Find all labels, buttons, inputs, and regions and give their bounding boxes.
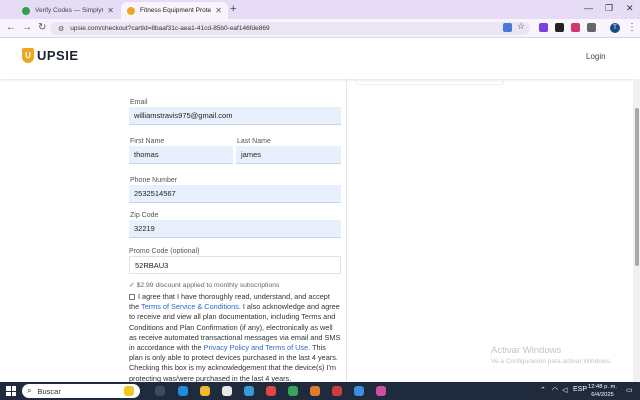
privacy-policy-link[interactable]: Privacy Policy and Terms of Use. — [204, 343, 311, 352]
tab-title: Fitness Equipment Protection P — [140, 7, 212, 14]
forward-icon[interactable]: → — [22, 22, 32, 33]
store-icon[interactable] — [222, 386, 232, 396]
login-link[interactable]: Login — [586, 52, 606, 61]
simplycodes-favicon-icon — [22, 6, 30, 15]
minimize-icon[interactable]: — — [584, 3, 593, 13]
language-indicator[interactable]: ESP — [573, 386, 587, 393]
bookmark-star-icon[interactable]: ☆ — [517, 21, 526, 31]
extension-icon[interactable] — [571, 23, 580, 32]
url-text: upsie.com/checkout?cartId=8baaf31c-aea1-… — [70, 25, 270, 32]
taskbar-search[interactable]: ⌕ Buscar — [22, 384, 140, 398]
site-header: U UPSIE Login — [0, 38, 640, 79]
windows-taskbar: ⌕ Buscar ⌃ ◠ ◁ ESP 12:48 p. m. 6/4/2025 … — [0, 382, 640, 400]
search-icon: ⌕ — [27, 386, 32, 395]
notifications-icon[interactable]: ▭ — [626, 386, 633, 394]
promo-code-field[interactable]: 52RBAU3 — [129, 256, 341, 274]
zip-field[interactable]: 32219 — [129, 220, 341, 238]
close-tab-icon[interactable]: ✕ — [107, 6, 114, 15]
activation-subtitle: Ve a Configuración para activar Windows. — [491, 358, 612, 365]
clock-date: 6/4/2025 — [591, 392, 614, 398]
scrollbar-thumb[interactable] — [635, 108, 639, 266]
wifi-icon[interactable]: ◠ — [552, 386, 558, 394]
new-tab-icon[interactable]: + — [230, 3, 236, 15]
close-tab-icon[interactable]: ✕ — [215, 6, 222, 15]
tab-verify-codes[interactable]: Verify Codes — SimplyCodes ✕ — [16, 2, 120, 19]
phone-field[interactable]: 2532514567 — [129, 185, 341, 203]
browser-toolbar: ← → ↻ ⚙ upsie.com/checkout?cartId=8baaf3… — [0, 19, 640, 38]
email-field[interactable]: williamstravis975@gmail.com — [129, 107, 341, 125]
translate-icon[interactable] — [503, 23, 512, 32]
volume-icon[interactable]: ◁ — [562, 386, 567, 394]
tab-title: Verify Codes — SimplyCodes — [35, 7, 103, 14]
chrome-profile-icon[interactable] — [354, 386, 364, 396]
menu-kebab-icon[interactable]: ⋮ — [627, 22, 637, 33]
address-bar[interactable]: ⚙ upsie.com/checkout?cartId=8baaf31c-aea… — [50, 22, 530, 35]
chrome-profile-icon[interactable] — [288, 386, 298, 396]
upsie-favicon-icon — [127, 6, 135, 15]
zip-label: Zip Code — [130, 212, 159, 219]
extensions-puzzle-icon[interactable] — [587, 23, 596, 32]
chrome-icon[interactable] — [244, 386, 254, 396]
maximize-icon[interactable]: ❐ — [605, 3, 613, 14]
tab-fitness-equipment[interactable]: Fitness Equipment Protection P ✕ — [121, 2, 228, 19]
terms-of-service-link[interactable]: Terms of Service & Conditions. — [141, 302, 241, 311]
order-summary-card — [356, 79, 504, 85]
edge-icon[interactable] — [178, 386, 188, 396]
clock[interactable]: 12:48 p. m. 6/4/2025 — [588, 383, 617, 399]
search-placeholder: Buscar — [37, 386, 61, 396]
email-label: Email — [130, 99, 148, 106]
first-name-label: First Name — [130, 138, 165, 145]
close-window-icon[interactable]: ✕ — [626, 3, 634, 14]
browser-tab-strip: Verify Codes — SimplyCodes ✕ Fitness Equ… — [0, 0, 640, 19]
site-info-icon[interactable]: ⚙ — [58, 25, 64, 33]
extension-icon[interactable] — [539, 23, 548, 32]
agree-checkbox[interactable] — [129, 294, 135, 300]
last-name-field[interactable]: james — [236, 146, 341, 164]
back-icon[interactable]: ← — [6, 22, 16, 33]
task-view-icon[interactable] — [155, 386, 165, 396]
shield-logo-icon: U — [22, 48, 34, 63]
upsie-logo[interactable]: U UPSIE — [22, 48, 79, 63]
file-explorer-icon[interactable] — [200, 386, 210, 396]
extension-icon[interactable] — [555, 23, 564, 32]
chrome-profile-icon[interactable] — [376, 386, 386, 396]
logo-text: UPSIE — [37, 48, 79, 63]
chrome-profile-icon[interactable] — [266, 386, 276, 396]
reload-icon[interactable]: ↻ — [38, 22, 46, 33]
chrome-profile-icon[interactable] — [310, 386, 320, 396]
activation-title: Activar Windows — [491, 345, 562, 356]
tray-chevron-icon[interactable]: ⌃ — [540, 386, 546, 394]
chrome-profile-icon[interactable] — [332, 386, 342, 396]
phone-label: Phone Number — [130, 177, 178, 184]
agreement-text: I agree that I have thoroughly read, und… — [129, 292, 341, 382]
promo-label: Promo Code (optional) — [129, 248, 200, 255]
widgets-icon[interactable] — [124, 386, 134, 396]
discount-message: ✓ $2.99 discount applied to monthly subs… — [129, 282, 280, 289]
windows-activation-watermark: Activar Windows Ve a Configuración para … — [491, 345, 612, 365]
column-divider — [346, 79, 347, 382]
last-name-label: Last Name — [237, 138, 271, 145]
windows-start-icon[interactable] — [6, 386, 16, 396]
profile-avatar[interactable]: T — [610, 23, 620, 33]
clock-time: 12:48 p. m. — [588, 384, 618, 390]
first-name-field[interactable]: thomas — [129, 146, 233, 164]
